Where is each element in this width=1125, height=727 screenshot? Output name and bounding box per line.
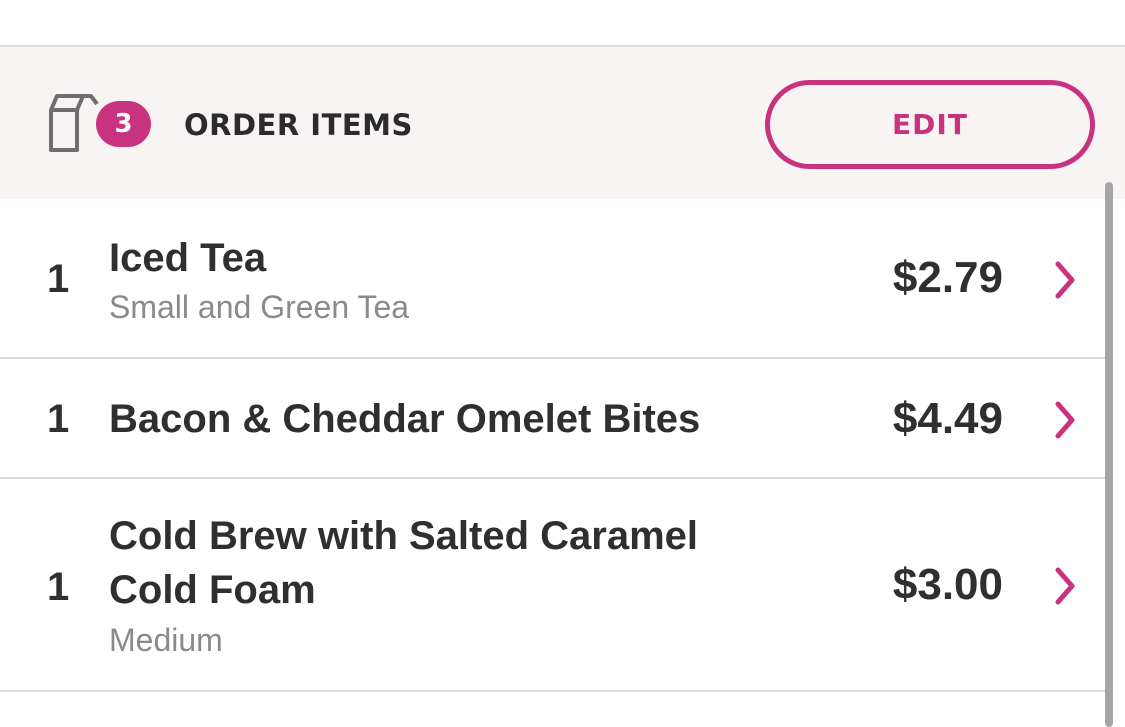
edit-button[interactable]: EDIT: [765, 80, 1095, 169]
scrollbar[interactable]: [1105, 182, 1113, 727]
shopping-bag-icon: [49, 94, 99, 152]
chevron-right-icon[interactable]: [1052, 566, 1078, 606]
item-price: $2.79: [892, 253, 1003, 302]
item-detail: Medium: [109, 622, 223, 658]
item-name: Cold Brew with Salted Caramel Cold Foam: [109, 514, 699, 612]
item-quantity: 1: [47, 397, 70, 441]
item-name: Iced Tea: [109, 236, 267, 280]
row-divider: [0, 690, 1105, 692]
item-detail: Small and Green Tea: [109, 289, 410, 325]
order-items-header: 3 ORDER ITEMS EDIT: [0, 47, 1125, 199]
item-name: Bacon & Cheddar Omelet Bites: [109, 397, 701, 441]
order-item-row[interactable]: 1 Cold Brew with Salted Caramel Cold Foa…: [0, 479, 1105, 691]
item-count-badge: 3: [96, 101, 151, 147]
top-area: [0, 0, 1125, 46]
item-price: $4.49: [892, 394, 1003, 443]
chevron-right-icon[interactable]: [1052, 400, 1078, 440]
order-items-screen: 3 ORDER ITEMS EDIT 1 Iced Tea Small and …: [0, 0, 1125, 727]
item-quantity: 1: [47, 257, 70, 301]
item-quantity: 1: [47, 565, 70, 609]
order-item-row[interactable]: 1 Iced Tea Small and Green Tea $2.79: [0, 199, 1105, 358]
section-title: ORDER ITEMS: [184, 108, 413, 142]
order-item-row[interactable]: 1 Bacon & Cheddar Omelet Bites $4.49: [0, 359, 1105, 478]
chevron-right-icon[interactable]: [1052, 260, 1078, 300]
item-price: $3.00: [892, 560, 1003, 609]
